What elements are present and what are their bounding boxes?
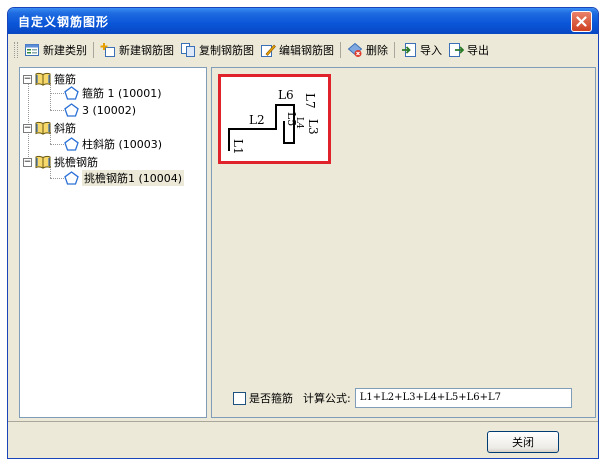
collapse-toggle[interactable]: − <box>23 74 32 84</box>
figure-detail-panel: L1 L2 L3 L4 L5 L6 L7 是否箍筋 计算公式: L1+L2+L3… <box>211 67 596 418</box>
tree-category[interactable]: − 挑檐钢筋 <box>23 154 98 170</box>
pentagon-icon <box>64 171 79 185</box>
tree-category-label: 斜筋 <box>54 122 76 135</box>
new-figure-label: 新建钢筋图 <box>119 44 174 57</box>
segment-label-l1: L1 <box>231 139 245 155</box>
is-stirrup-checkbox[interactable] <box>233 391 246 405</box>
figure-tree[interactable]: − 箍筋 箍筋 1 (10001) 3 (10002) − 斜筋 柱斜筋 (10… <box>19 67 207 418</box>
delete-button[interactable]: 删除 <box>344 39 391 61</box>
export-icon <box>449 43 464 57</box>
rebar-shape-drawing: L1 L2 L3 L4 L5 L6 L7 <box>228 88 320 155</box>
export-button[interactable]: 导出 <box>445 39 492 61</box>
pentagon-icon <box>64 137 79 151</box>
copy-icon <box>181 43 195 57</box>
book-icon <box>35 121 51 135</box>
edit-figure-button[interactable]: 编辑钢筋图 <box>257 39 337 61</box>
book-icon <box>35 72 51 86</box>
toolbar-grip[interactable] <box>14 42 18 58</box>
formula-label: 计算公式: <box>303 392 351 405</box>
tree-line <box>50 144 64 145</box>
tree-item-label: 挑檐钢筋1 (10004) <box>82 170 185 186</box>
new-category-button[interactable]: 新建类别 <box>21 39 90 61</box>
pentagon-icon <box>64 86 79 100</box>
tree-item-label: 箍筋 1 (10001) <box>82 87 162 100</box>
segment-label-l5: L5 <box>285 112 298 126</box>
edit-figure-label: 编辑钢筋图 <box>279 44 334 57</box>
segment-label-l6: L6 <box>278 88 294 102</box>
tree-category[interactable]: − 斜筋 <box>23 120 76 136</box>
delete-label: 删除 <box>366 44 388 57</box>
tree-item[interactable]: 柱斜筋 (10003) <box>64 136 162 152</box>
new-category-icon <box>25 44 39 56</box>
dialog-window: 自定义钢筋图形 新建类别 新建钢筋图 复制钢筋图 编辑钢筋图 删除 导入 导出 … <box>7 7 599 459</box>
tree-line <box>50 93 64 94</box>
export-label: 导出 <box>467 44 489 57</box>
book-icon <box>35 155 51 169</box>
new-category-label: 新建类别 <box>43 44 87 57</box>
is-stirrup-label: 是否箍筋 <box>249 392 293 405</box>
segment-label-l2: L2 <box>249 113 265 127</box>
window-close-button[interactable] <box>571 11 592 32</box>
import-icon <box>402 43 416 57</box>
tree-item[interactable]: 箍筋 1 (10001) <box>64 85 162 101</box>
collapse-toggle[interactable]: − <box>23 157 32 167</box>
edit-icon <box>261 44 276 57</box>
toolbar-separator <box>340 42 341 58</box>
close-icon <box>576 16 587 27</box>
tree-category-label: 挑檐钢筋 <box>54 156 98 169</box>
import-button[interactable]: 导入 <box>398 39 445 61</box>
delete-icon <box>347 42 363 57</box>
new-figure-icon <box>100 43 115 57</box>
import-label: 导入 <box>420 44 442 57</box>
collapse-toggle[interactable]: − <box>23 123 32 133</box>
tree-item-label: 柱斜筋 (10003) <box>82 138 163 151</box>
tree-line <box>50 83 51 110</box>
copy-figure-label: 复制钢筋图 <box>199 44 254 57</box>
title-bar[interactable]: 自定义钢筋图形 <box>8 8 598 34</box>
tree-item-label: 3 (10002) <box>82 103 137 117</box>
tree-item[interactable]: 3 (10002) <box>64 102 136 118</box>
toolbar-separator <box>394 42 395 58</box>
close-button[interactable]: 关闭 <box>487 431 559 453</box>
copy-figure-button[interactable]: 复制钢筋图 <box>177 39 257 61</box>
pentagon-icon <box>64 103 79 117</box>
tree-line <box>50 178 64 179</box>
options-row: 是否箍筋 计算公式: L1+L2+L3+L4+L5+L6+L7 <box>233 388 572 408</box>
new-figure-button[interactable]: 新建钢筋图 <box>97 39 177 61</box>
tree-item-selected[interactable]: 挑檐钢筋1 (10004) <box>64 170 185 186</box>
segment-label-l7: L7 <box>303 93 317 109</box>
footer-divider <box>8 421 598 422</box>
toolbar: 新建类别 新建钢筋图 复制钢筋图 编辑钢筋图 删除 导入 导出 <box>10 38 596 62</box>
figure-preview[interactable]: L1 L2 L3 L4 L5 L6 L7 <box>218 74 331 164</box>
segment-label-l3: L3 <box>306 119 320 135</box>
toolbar-separator <box>93 42 94 58</box>
tree-line <box>50 110 64 111</box>
window-title: 自定义钢筋图形 <box>18 15 110 29</box>
formula-input[interactable]: L1+L2+L3+L4+L5+L6+L7 <box>354 388 572 408</box>
